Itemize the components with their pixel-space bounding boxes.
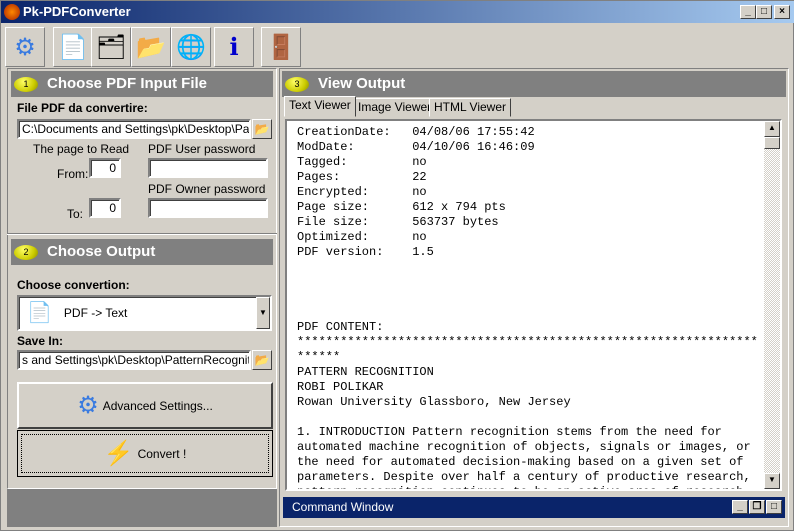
convert-button[interactable]: ⚡ Convert ! xyxy=(17,430,273,477)
user-password-input[interactable] xyxy=(148,158,268,178)
tab-text-viewer[interactable]: Text Viewer xyxy=(284,96,356,117)
step-badge: 3 xyxy=(285,77,309,92)
open-folder-icon: 📂 xyxy=(254,353,270,367)
title-bar: Pk-PDFConverter xyxy=(1,1,794,23)
exit-door-icon: 🚪 xyxy=(266,33,296,61)
step-badge: 1 xyxy=(14,77,38,92)
toolbar-button-image-document-folder[interactable]: 🗂 xyxy=(91,27,131,67)
scroll-thumb[interactable] xyxy=(764,137,780,149)
save-in-label: Save In: xyxy=(17,334,64,348)
images-to-folder-icon: 📂 xyxy=(136,33,166,61)
conversion-label: Choose convertion: xyxy=(17,278,130,292)
text-document-icon: 📄 xyxy=(58,33,88,61)
command-window-title: Command Window xyxy=(292,500,394,514)
cmd-minimize-button[interactable]: _ xyxy=(732,500,748,514)
command-window-titlebar: Command Window xyxy=(283,497,785,518)
toolbar-button-text-document[interactable]: 📄 xyxy=(53,27,93,67)
app-icon xyxy=(4,4,20,20)
toolbar-button-gear[interactable]: ⚙ xyxy=(5,27,45,67)
tab-html-viewer[interactable]: HTML Viewer xyxy=(429,98,512,117)
section-title: Choose PDF Input File xyxy=(47,75,207,92)
advanced-settings-button[interactable]: ⚙ Advanced Settings... xyxy=(17,382,273,429)
button-label: Advanced Settings... xyxy=(102,398,213,413)
page-label: The page to Read xyxy=(33,142,130,156)
button-label: Convert ! xyxy=(137,446,187,461)
user-password-label: PDF User password xyxy=(148,142,256,156)
owner-password-label: PDF Owner password xyxy=(148,182,266,196)
input-file-field[interactable]: C:\Documents and Settings\pk\Desktop\Pat… xyxy=(17,119,251,139)
scroll-down-button[interactable]: ▼ xyxy=(764,473,780,489)
conversion-value: PDF -> Text xyxy=(63,306,128,320)
from-page-input[interactable]: 0 xyxy=(89,158,121,178)
owner-password-input[interactable] xyxy=(148,198,268,218)
to-page-input[interactable]: 0 xyxy=(89,198,121,218)
lightning-icon: ⚡ xyxy=(103,440,134,467)
close-button[interactable]: × xyxy=(774,5,790,19)
conversion-select[interactable]: 📄 PDF -> Text xyxy=(17,295,272,331)
divider xyxy=(7,233,277,235)
to-label: To: xyxy=(67,207,84,221)
tab-image-viewer[interactable]: Image Viewer xyxy=(353,98,437,117)
vertical-scrollbar[interactable] xyxy=(764,121,780,489)
browse-output-button[interactable]: 📂 xyxy=(252,350,272,370)
save-in-field[interactable]: s and Settings\pk\Desktop\PatternRecogni… xyxy=(17,350,251,370)
info-icon: ℹ xyxy=(229,33,239,61)
image-document-folder-icon: 🗂 xyxy=(95,33,127,61)
maximize-button[interactable]: □ xyxy=(756,5,772,19)
gear-icon: ⚙ xyxy=(77,392,99,419)
toolbar-button-info[interactable]: ℹ xyxy=(214,27,254,67)
section-title: Choose Output xyxy=(47,243,156,260)
html-document-folder-icon: 🌐 xyxy=(176,33,206,61)
output-section-header: Choose Output xyxy=(11,239,273,265)
left-footer xyxy=(7,489,277,527)
toolbar-button-html-document-folder[interactable]: 🌐 xyxy=(171,27,211,67)
step-badge: 2 xyxy=(14,245,38,260)
view-section-header: View Output xyxy=(282,71,786,97)
window-title: Pk-PDFConverter xyxy=(23,4,131,19)
file-label: File PDF da convertire: xyxy=(17,101,148,115)
from-label: From: xyxy=(57,167,89,181)
text-viewer[interactable]: CreationDate: 04/08/06 17:55:42 ModDate:… xyxy=(285,119,782,491)
gear-icon: ⚙ xyxy=(14,33,36,61)
input-section-header: Choose PDF Input File xyxy=(11,71,273,97)
open-folder-icon: 📂 xyxy=(254,122,270,136)
toolbar-button-exit-door[interactable]: 🚪 xyxy=(261,27,301,67)
cmd-restore-button[interactable]: ❐ xyxy=(749,500,765,514)
output-text: CreationDate: 04/08/06 17:55:42 ModDate:… xyxy=(297,125,758,489)
minimize-button[interactable]: _ xyxy=(740,5,756,19)
cmd-maximize-button[interactable]: □ xyxy=(766,500,782,514)
section-title: View Output xyxy=(318,75,406,92)
text-document-icon: 📄 xyxy=(27,302,52,324)
toolbar-button-images-to-folder[interactable]: 📂 xyxy=(131,27,171,67)
scroll-up-button[interactable]: ▲ xyxy=(764,121,780,137)
chevron-down-icon[interactable]: ▼ xyxy=(256,297,270,329)
browse-input-button[interactable]: 📂 xyxy=(252,119,272,139)
